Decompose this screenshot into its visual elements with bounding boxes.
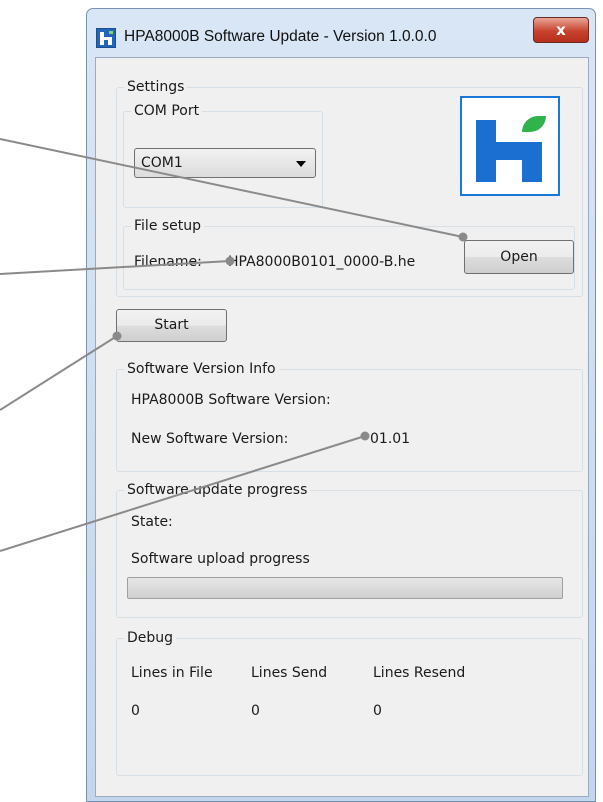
title-bar[interactable]: HPA8000B Software Update - Version 1.0.0…: [87, 9, 595, 55]
client-area: Settings COM Port COM1 File setup Filena…: [95, 57, 589, 797]
app-logo-icon: [96, 28, 116, 48]
filename-label: Filename:: [134, 254, 202, 270]
app-window: HPA8000B Software Update - Version 1.0.0…: [86, 8, 596, 802]
new-version-label: New Software Version:: [131, 431, 289, 447]
com-port-selected: COM1: [141, 155, 183, 171]
close-icon: x: [556, 21, 566, 39]
debug-lines-in-file-value: 0: [131, 703, 140, 719]
current-version-label: HPA8000B Software Version:: [131, 392, 331, 408]
debug-legend: Debug: [124, 629, 177, 647]
chevron-down-icon[interactable]: [296, 161, 306, 167]
state-label: State:: [131, 514, 173, 530]
filename-value: HPA8000B0101_0000-B.he: [228, 254, 416, 270]
debug-col-lines-resend-label: Lines Resend: [373, 665, 466, 681]
com-port-legend: COM Port: [131, 102, 203, 120]
version-info-group: Software Version Info HPA8000B Software …: [116, 360, 583, 472]
version-info-legend: Software Version Info: [124, 360, 279, 378]
debug-lines-send-value: 0: [251, 703, 260, 719]
new-version-value: 01.01: [370, 431, 411, 447]
start-button[interactable]: Start: [116, 309, 227, 342]
com-port-group: COM Port COM1: [123, 102, 323, 208]
com-port-dropdown[interactable]: COM1: [134, 148, 316, 178]
debug-lines-resend-value: 0: [373, 703, 382, 719]
close-button[interactable]: x: [533, 17, 589, 43]
start-button-label: Start: [154, 317, 189, 333]
debug-group: Debug Lines in File Lines Send Lines Res…: [116, 629, 583, 776]
file-setup-group: File setup Filename: HPA8000B0101_0000-B…: [123, 217, 575, 290]
settings-legend: Settings: [124, 78, 188, 96]
open-button[interactable]: Open: [464, 240, 574, 274]
window-title: HPA8000B Software Update - Version 1.0.0…: [124, 28, 437, 45]
file-setup-legend: File setup: [131, 217, 205, 235]
open-button-label: Open: [500, 249, 538, 265]
upload-progress-label: Software upload progress: [131, 551, 310, 567]
update-progress-legend: Software update progress: [124, 481, 311, 499]
debug-col-lines-send-label: Lines Send: [251, 665, 328, 681]
update-progress-group: Software update progress State: Software…: [116, 481, 583, 618]
company-logo: [460, 96, 560, 196]
upload-progress-bar: [127, 577, 563, 599]
debug-col-lines-in-file-label: Lines in File: [131, 665, 213, 681]
